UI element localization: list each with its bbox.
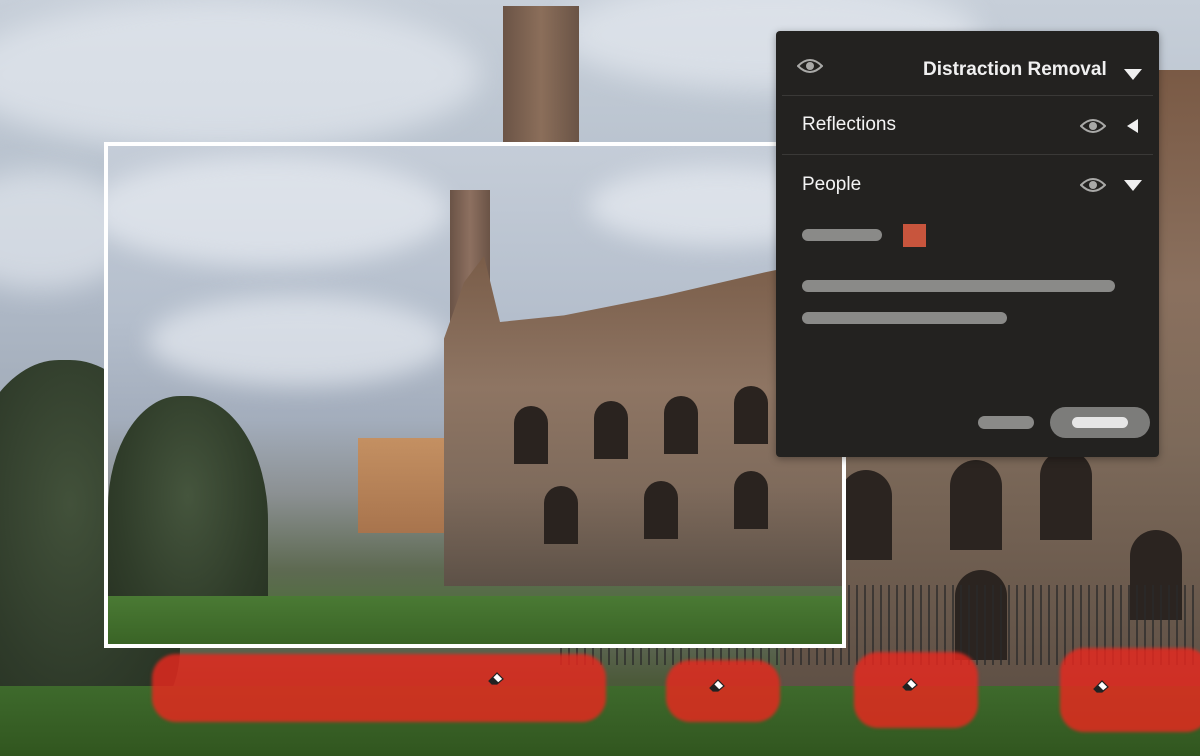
- distraction-removal-panel: Distraction Removal Reflections People: [776, 31, 1159, 457]
- highlight-color-swatch[interactable]: [903, 224, 926, 247]
- frame-grass: [108, 596, 842, 644]
- eye-icon[interactable]: [1080, 176, 1106, 194]
- people-highlight-1[interactable]: [152, 654, 606, 722]
- description-line-placeholder: [802, 312, 1007, 324]
- panel-title: Distraction Removal: [923, 59, 1107, 80]
- eraser-icon[interactable]: [1092, 679, 1110, 693]
- frame-building: [358, 438, 453, 533]
- section-people[interactable]: People: [782, 155, 1153, 215]
- panel-header[interactable]: Distraction Removal: [782, 45, 1153, 96]
- people-highlight-4[interactable]: [1060, 648, 1200, 732]
- eraser-icon[interactable]: [901, 677, 919, 691]
- eye-icon[interactable]: [1080, 117, 1106, 135]
- section-reflections[interactable]: Reflections: [782, 96, 1153, 155]
- eraser-icon[interactable]: [708, 678, 726, 692]
- comparison-frame[interactable]: [104, 142, 846, 648]
- frame-cloud: [148, 296, 448, 386]
- frame-cloud: [108, 156, 448, 266]
- option-label-placeholder: [802, 229, 882, 241]
- section-reflections-label: Reflections: [802, 114, 896, 135]
- triangle-down-icon[interactable]: [1124, 69, 1142, 80]
- colosseum-tower: [503, 6, 579, 146]
- cancel-button[interactable]: [978, 416, 1034, 429]
- eye-icon[interactable]: [797, 57, 823, 75]
- triangle-down-icon[interactable]: [1124, 180, 1142, 191]
- apply-button[interactable]: [1050, 407, 1150, 438]
- description-line-placeholder: [802, 280, 1115, 292]
- section-people-label: People: [802, 174, 862, 195]
- triangle-left-icon[interactable]: [1127, 119, 1138, 133]
- eraser-icon[interactable]: [487, 671, 505, 685]
- apply-button-label-placeholder: [1072, 417, 1128, 428]
